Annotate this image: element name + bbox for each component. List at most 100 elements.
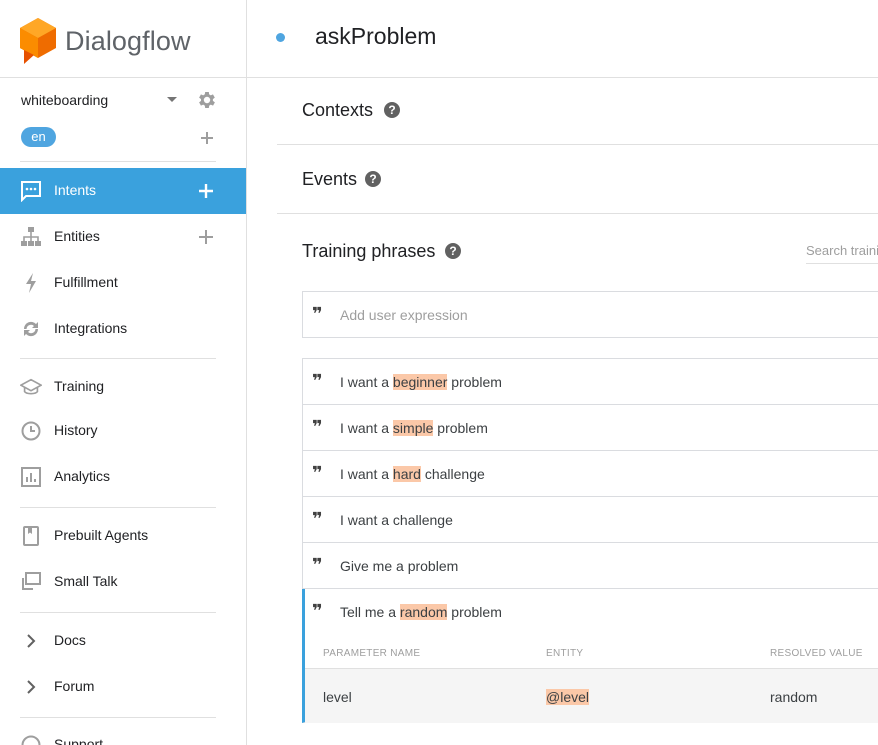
quote-icon: ❞ xyxy=(312,509,323,530)
sync-icon xyxy=(20,318,42,340)
sidebar-item-history[interactable]: History xyxy=(0,408,246,454)
phrase-text-segment: problem xyxy=(447,604,502,620)
book-icon xyxy=(20,525,42,547)
sitemap-icon xyxy=(20,226,42,248)
phrase-text[interactable]: I want a beginner problem xyxy=(340,374,502,390)
training-phrase[interactable]: ❞ I want a simple problem xyxy=(302,405,878,451)
chevron-right-icon xyxy=(20,630,42,652)
phrase-text-segment: challenge xyxy=(420,466,485,482)
divider xyxy=(0,77,246,78)
section-events[interactable]: Events xyxy=(302,169,357,190)
help-icon[interactable]: ? xyxy=(365,171,381,187)
entity-annotation[interactable]: random xyxy=(399,604,448,620)
divider xyxy=(20,358,216,359)
divider xyxy=(277,144,878,145)
section-contexts[interactable]: Contexts xyxy=(302,100,373,121)
sidebar-item-label: Intents xyxy=(54,182,97,198)
training-phrase[interactable]: ❞ Give me a problem xyxy=(302,543,878,589)
search-training-phrases-input[interactable]: Search training phrases xyxy=(806,243,878,264)
phrase-text[interactable]: Give me a problem xyxy=(340,558,458,574)
training-phrase[interactable]: ❞ I want a challenge xyxy=(302,497,878,543)
divider xyxy=(20,161,216,162)
parameter-entity[interactable]: @level xyxy=(546,689,590,705)
quote-icon: ❞ xyxy=(312,304,323,325)
language-badge[interactable]: en xyxy=(21,127,56,147)
sidebar-item-docs[interactable]: Docs xyxy=(0,618,246,664)
column-header: ENTITY xyxy=(546,648,584,659)
sidebar-item-entities[interactable]: Entities xyxy=(0,214,246,260)
parameter-name[interactable]: level xyxy=(323,689,352,705)
entity-annotation[interactable]: beginner xyxy=(392,374,448,390)
brand[interactable]: Dialogflow xyxy=(20,18,191,64)
graduation-cap-icon xyxy=(20,376,42,398)
gear-icon[interactable] xyxy=(196,89,218,116)
intent-name[interactable]: askProblem xyxy=(315,23,436,50)
add-intent-icon[interactable] xyxy=(197,182,215,205)
parameter-table: PARAMETER NAME ENTITY RESOLVED VALUE lev… xyxy=(302,635,878,723)
sidebar-item-fulfillment[interactable]: Fulfillment xyxy=(0,260,246,306)
sidebar-item-label: History xyxy=(54,422,98,438)
chat-bubble-icon xyxy=(20,180,42,202)
add-language-icon[interactable] xyxy=(199,130,215,151)
parameter-row[interactable]: level @level random xyxy=(305,669,878,723)
quote-icon: ❞ xyxy=(312,371,323,392)
sidebar-item-analytics[interactable]: Analytics xyxy=(0,454,246,500)
phrase-text[interactable]: Tell me a random problem xyxy=(340,604,502,620)
divider xyxy=(20,717,216,718)
agent-selector[interactable]: whiteboarding xyxy=(21,88,221,112)
phrase-text[interactable]: I want a hard challenge xyxy=(340,466,485,482)
phrase-text[interactable]: I want a challenge xyxy=(340,512,453,528)
agent-name: whiteboarding xyxy=(21,92,109,108)
entity-annotation[interactable]: simple xyxy=(392,420,434,436)
help-icon[interactable]: ? xyxy=(384,102,400,118)
phrase-text[interactable]: I want a simple problem xyxy=(340,420,488,436)
sidebar-item-integrations[interactable]: Integrations xyxy=(0,306,246,352)
sidebar-item-small-talk[interactable]: Small Talk xyxy=(0,559,246,605)
training-phrase[interactable]: ❞ I want a beginner problem xyxy=(302,359,878,405)
sidebar: Dialogflow whiteboarding en Intents Enti… xyxy=(0,0,247,745)
phrase-text-segment: problem xyxy=(433,420,488,436)
sidebar-item-support[interactable]: Support xyxy=(0,722,246,745)
quote-icon: ❞ xyxy=(312,601,323,622)
divider xyxy=(277,213,878,214)
sidebar-item-label: Integrations xyxy=(54,320,128,336)
parameter-table-header: PARAMETER NAME ENTITY RESOLVED VALUE xyxy=(305,635,878,669)
sidebar-item-label: Training xyxy=(54,378,105,394)
section-training-phrases[interactable]: Training phrases xyxy=(302,241,435,262)
quote-icon: ❞ xyxy=(312,417,323,438)
sidebar-item-label: Analytics xyxy=(54,468,111,484)
priority-dot[interactable] xyxy=(276,33,285,42)
sidebar-item-label: Entities xyxy=(54,228,100,244)
divider xyxy=(20,612,216,613)
sidebar-item-prebuilt-agents[interactable]: Prebuilt Agents xyxy=(0,513,246,559)
sidebar-item-forum[interactable]: Forum xyxy=(0,664,246,710)
training-phrase[interactable]: ❞ I want a hard challenge xyxy=(302,451,878,497)
sidebar-item-label: Fulfillment xyxy=(54,274,118,290)
bar-chart-icon xyxy=(20,466,42,488)
parameter-resolved-value[interactable]: random xyxy=(770,689,817,705)
quote-icon: ❞ xyxy=(312,463,323,484)
sidebar-item-label: Forum xyxy=(54,678,95,694)
sidebar-item-intents[interactable]: Intents xyxy=(0,168,246,214)
help-icon[interactable]: ? xyxy=(445,243,461,259)
quote-icon: ❞ xyxy=(312,555,323,576)
dialogflow-logo-icon xyxy=(20,18,56,64)
phrase-text-segment: Tell me a xyxy=(340,604,400,620)
caret-down-icon[interactable] xyxy=(167,97,177,102)
divider xyxy=(20,507,216,508)
sidebar-item-label: Prebuilt Agents xyxy=(54,527,149,543)
phrase-text-segment: I want a xyxy=(340,420,393,436)
add-user-expression-input[interactable]: ❞ Add user expression xyxy=(302,291,878,338)
entity-annotation[interactable]: hard xyxy=(392,466,421,482)
help-circle-icon xyxy=(20,734,42,745)
brand-name: Dialogflow xyxy=(65,25,191,56)
training-phrase-selected[interactable]: ❞ Tell me a random problem xyxy=(302,589,878,635)
sidebar-item-training[interactable]: Training xyxy=(0,364,246,410)
intent-editor: askProblem Contexts ? Events ? Training … xyxy=(247,0,878,745)
add-entity-icon[interactable] xyxy=(197,228,215,251)
training-phrases-list: ❞ I want a beginner problem ❞ I want a s… xyxy=(302,358,878,723)
phrase-text-segment: I want a xyxy=(340,466,393,482)
chevron-right-icon xyxy=(20,676,42,698)
add-expression-placeholder: Add user expression xyxy=(340,307,468,323)
sidebar-item-label: Docs xyxy=(54,632,86,648)
